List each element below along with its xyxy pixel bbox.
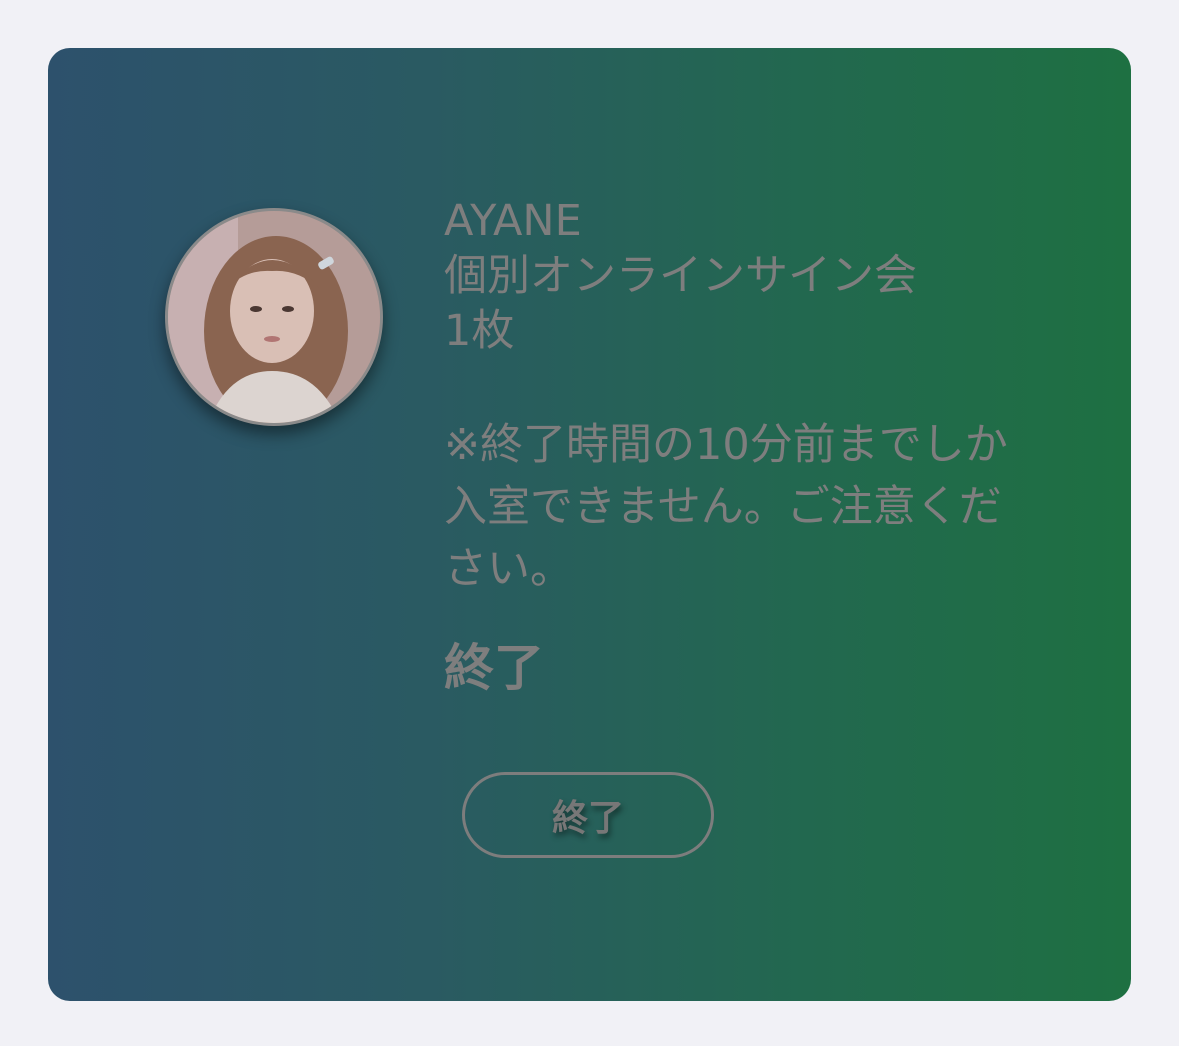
avatar-photo-icon	[168, 211, 380, 423]
entry-notice: ※終了時間の10分前までしか入室できません。ご注意ください。	[444, 420, 1008, 594]
artist-avatar	[165, 208, 383, 426]
ticket-quantity: 1枚	[444, 306, 515, 356]
event-status: 終了	[444, 639, 544, 697]
artist-name: AYANE	[444, 196, 582, 246]
end-button[interactable]: 終了	[462, 772, 714, 858]
event-info: AYANE 個別オンラインサイン会 1枚 ※終了時間の10分前までしか入室できま…	[444, 194, 1044, 698]
event-title: 個別オンラインサイン会	[444, 251, 917, 301]
event-card: AYANE 個別オンラインサイン会 1枚 ※終了時間の10分前までしか入室できま…	[48, 48, 1131, 1001]
